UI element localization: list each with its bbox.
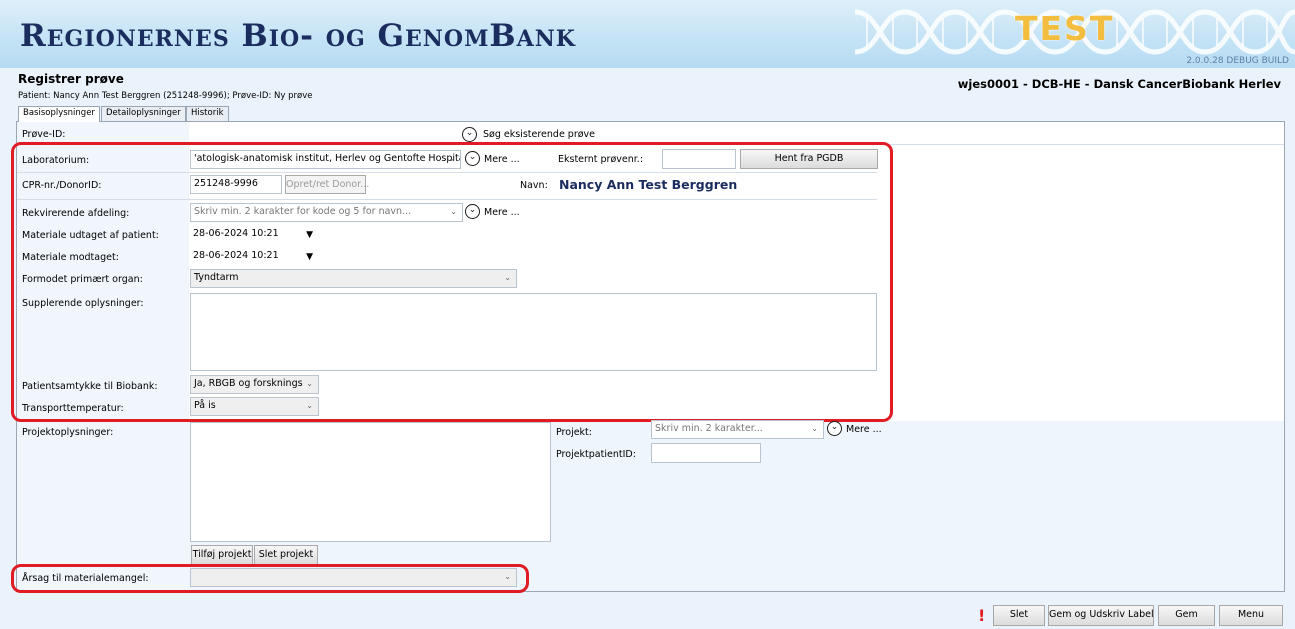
warning-icon: ! — [978, 606, 986, 625]
search-existing-link[interactable]: Søg eksisterende prøve — [483, 129, 595, 140]
project-info-list[interactable] — [190, 422, 551, 542]
project-patient-input[interactable] — [651, 443, 761, 463]
user-info: wjes0001 - DCB-HE - Dansk CancerBiobank … — [957, 77, 1281, 91]
patient-info: Patient: Nancy Ann Test Berggren (251248… — [18, 91, 313, 101]
save-button[interactable]: Gem — [1158, 605, 1215, 626]
chevron-down-icon[interactable]: ⌄ — [827, 421, 842, 436]
chevron-down-icon: ⌄ — [811, 424, 818, 433]
tab-detailoplysninger[interactable]: Detailoplysninger — [101, 106, 186, 121]
highlight-box — [11, 142, 893, 422]
test-environment-label: TEST — [1015, 9, 1115, 48]
project-more-link[interactable]: Mere ... — [846, 424, 882, 435]
app-banner: Regionernes Bio- og GenomBank TEST 2.0.0… — [0, 0, 1295, 68]
delete-project-button[interactable]: Slet projekt — [254, 545, 318, 565]
prove-id-label: Prøve-ID: — [22, 129, 66, 140]
project-placeholder: Skriv min. 2 karakter... — [655, 423, 763, 434]
menu-button[interactable]: Menu — [1219, 605, 1283, 626]
project-patient-label: ProjektpatientID: — [556, 449, 636, 460]
delete-button[interactable]: Slet — [993, 605, 1045, 626]
page-title: Registrer prøve — [18, 72, 124, 86]
project-label: Projekt: — [556, 427, 592, 438]
tab-basisoplysninger[interactable]: Basisoplysninger — [18, 106, 100, 122]
project-info-label: Projektoplysninger: — [22, 427, 114, 438]
highlight-box — [11, 564, 529, 593]
app-window: Regionernes Bio- og GenomBank TEST 2.0.0… — [0, 0, 1295, 629]
add-project-button[interactable]: Tilføj projekt — [191, 545, 253, 565]
build-version: 2.0.0.28 DEBUG BUILD — [1186, 56, 1289, 66]
chevron-down-icon[interactable]: ⌄ — [462, 127, 477, 142]
save-print-label-button[interactable]: Gem og Udskriv Label — [1048, 605, 1154, 626]
banner-title: Regionernes Bio- og GenomBank — [20, 18, 576, 54]
tab-historik[interactable]: Historik — [186, 106, 229, 121]
project-select[interactable]: Skriv min. 2 karakter... ⌄ — [651, 420, 824, 439]
